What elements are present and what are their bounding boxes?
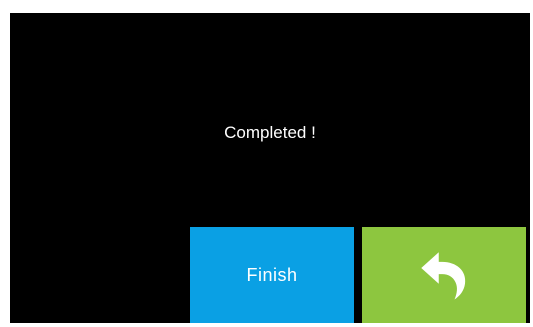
completion-screen: Completed ! Finish [10, 13, 530, 323]
completion-message: Completed ! [224, 123, 316, 142]
finish-button-label: Finish [246, 264, 298, 285]
return-arrow-icon [416, 247, 472, 303]
finish-button[interactable]: Finish [190, 227, 354, 323]
back-button[interactable] [362, 227, 526, 323]
